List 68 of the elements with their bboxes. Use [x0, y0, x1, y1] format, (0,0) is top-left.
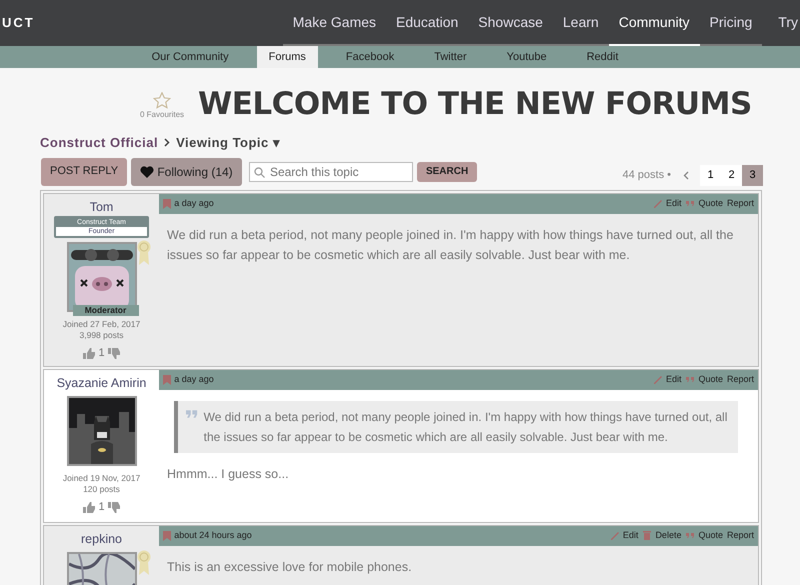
silhouette-avatar-drawing	[68, 398, 134, 464]
pencil-icon	[652, 198, 663, 210]
rank-badge: Moderator	[72, 305, 138, 316]
star-icon[interactable]	[153, 92, 172, 110]
search-field[interactable]: Search this topic	[248, 162, 413, 182]
viewing-topic-dropdown[interactable]: Viewing Topic ▾	[176, 133, 280, 153]
pencil-icon	[610, 530, 620, 542]
post-edit-link[interactable]: Edit	[606, 528, 638, 542]
post-text: We did run a beta period, not many people joined in. I'm happy with how things have turned out, all the issues so far appear to be cosmetic which are all easily solvable. Just bear with me.	[166, 226, 734, 264]
post-quote-link[interactable]: Quote	[681, 528, 723, 542]
like-button[interactable]	[83, 502, 96, 513]
following-button[interactable]: Following (14)	[131, 158, 242, 186]
trash-icon	[642, 530, 652, 542]
username[interactable]: Syazanie Amirin	[56, 374, 146, 392]
post-count: 44 posts •	[622, 168, 671, 183]
post-reply-button[interactable]: POST REPLY	[41, 158, 128, 186]
subnav-tab[interactable]: Twitter	[422, 46, 479, 68]
post-report-link[interactable]: Report	[722, 196, 754, 210]
nav-link[interactable]: Try	[768, 0, 800, 46]
search-icon	[254, 166, 265, 178]
post-time: about 24 hours ago	[174, 528, 252, 542]
subnav-tab[interactable]: Forums	[256, 46, 318, 68]
post-report-link[interactable]: Report	[722, 372, 754, 386]
pencil-icon	[652, 374, 663, 386]
favourites-count: 0 Favourites	[140, 109, 184, 122]
username[interactable]: Tom	[90, 198, 114, 216]
join-date: Joined 19 Nov, 2017	[62, 472, 140, 484]
post-time: a day ago	[174, 372, 214, 386]
thumbs-up-icon	[83, 502, 96, 513]
dislike-button[interactable]	[108, 348, 120, 359]
post-text: This is an excessive love for mobile phones.	[166, 558, 413, 576]
page-button[interactable]: 2	[721, 164, 742, 186]
logo-text[interactable]: UCT	[2, 13, 35, 33]
user-post-count: 3,998 posts	[80, 330, 124, 341]
like-count: 1	[98, 500, 105, 515]
page-title: WELCOME TO THE NEW FORUMS	[198, 86, 752, 124]
join-date: Joined 27 Feb, 2017	[62, 318, 140, 330]
page-button[interactable]: 3	[742, 164, 763, 186]
username[interactable]: repkino	[81, 530, 122, 548]
subnav-tab[interactable]: Reddit	[574, 46, 630, 68]
dislike-button[interactable]	[108, 502, 120, 513]
chevron-left-icon	[682, 170, 688, 180]
post-quote-link[interactable]: Quote	[681, 196, 723, 210]
breadcrumb-link[interactable]: Construct Official	[40, 133, 158, 153]
bookmark-icon	[163, 198, 171, 209]
search-button[interactable]: SEARCH	[416, 162, 478, 182]
post-time: a day ago	[174, 196, 214, 210]
post-edit-link[interactable]: Edit	[648, 372, 682, 386]
heart-icon	[140, 166, 154, 178]
chevron-icon	[164, 138, 170, 148]
like-button[interactable]	[83, 348, 96, 359]
like-count: 1	[98, 346, 105, 361]
post-delete-link[interactable]: Delete	[638, 528, 682, 542]
page-button[interactable]: 1	[700, 164, 721, 186]
bookmark-icon	[163, 374, 171, 385]
subnav-tab[interactable]: Youtube	[494, 46, 559, 68]
bookmark-icon	[163, 530, 171, 541]
thumbs-down-icon	[108, 348, 120, 359]
post-quote-link[interactable]: Quote	[681, 372, 723, 386]
post-text: Hmmm... I guess so...	[166, 466, 290, 483]
post-edit-link[interactable]: Edit	[648, 196, 682, 210]
subnav-tab[interactable]: Our Community	[140, 46, 241, 68]
thumbs-down-icon	[108, 502, 120, 513]
user-post-count: 120 posts	[83, 484, 120, 495]
thumbs-up-icon	[83, 348, 96, 359]
post-report-link[interactable]: Report	[722, 528, 754, 542]
quoted-text: We did run a beta period, not many people joined in. I'm happy with how things have turned out, all the issues so far appear to be cosmetic which are all easily solvable. Just bear with me.	[204, 408, 728, 446]
subnav-tab[interactable]: Facebook	[334, 46, 406, 68]
